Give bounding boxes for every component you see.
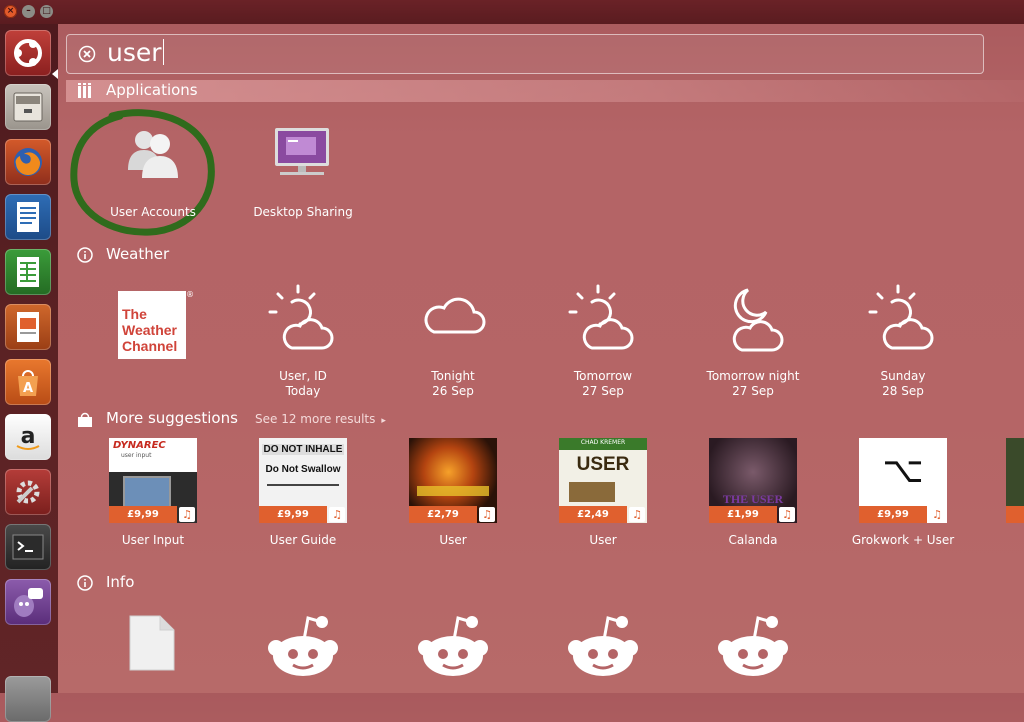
music-note-icon: ♫ bbox=[929, 507, 945, 522]
suggestion-label: User Guide bbox=[269, 533, 337, 547]
document-icon[interactable] bbox=[128, 614, 176, 672]
weather-date: 27 Sep bbox=[582, 384, 624, 398]
album-cover: ⌥ £9,99 ♫ bbox=[859, 438, 947, 523]
suggestions-label: More suggestions bbox=[106, 409, 238, 427]
app-label: Desktop Sharing bbox=[253, 205, 353, 219]
weather-label: Weather bbox=[106, 245, 170, 263]
reddit-icon[interactable] bbox=[416, 614, 490, 676]
calc-icon[interactable] bbox=[5, 249, 51, 295]
sun-cloud-icon bbox=[568, 284, 634, 350]
reddit-icon[interactable] bbox=[566, 614, 640, 676]
album-cover: THE USER £1,99 ♫ bbox=[709, 438, 797, 523]
weather-tile[interactable]: User, ID Today bbox=[228, 280, 378, 400]
suggestion-tile[interactable]: THE USER £1,99 ♫ Calanda bbox=[678, 438, 828, 554]
suggestions-header[interactable]: More suggestions See 12 more results ▸ bbox=[66, 408, 1024, 430]
weather-tile[interactable]: Tomorrow 27 Sep bbox=[528, 280, 678, 400]
weather-header[interactable]: Weather bbox=[66, 244, 1024, 266]
moon-cloud-icon bbox=[732, 288, 784, 352]
trash-icon[interactable] bbox=[5, 676, 51, 722]
weather-tile[interactable]: Tonight 26 Sep bbox=[378, 280, 528, 400]
info-icon bbox=[77, 247, 93, 263]
firefox-icon[interactable] bbox=[5, 139, 51, 185]
music-note-icon: ♫ bbox=[179, 507, 195, 522]
weather-channel-logo[interactable]: The Weather Channel ® bbox=[118, 290, 194, 359]
maximize-window-button[interactable]: □ bbox=[40, 5, 53, 18]
users-icon bbox=[128, 131, 178, 178]
suggestion-tile-partial[interactable] bbox=[1006, 438, 1024, 523]
ubuntu-dash-icon[interactable] bbox=[5, 30, 51, 76]
weather-period: Tomorrow bbox=[573, 369, 633, 383]
suggestion-label: User bbox=[439, 533, 467, 547]
see-more-results-link[interactable]: See 12 more results ▸ bbox=[255, 412, 386, 426]
reddit-icon[interactable] bbox=[716, 614, 790, 676]
files-icon[interactable] bbox=[5, 84, 51, 130]
suggestion-tile[interactable]: ⌥ £9,99 ♫ Grokwork + User bbox=[828, 438, 978, 554]
music-note-icon: ♫ bbox=[779, 507, 795, 522]
applications-icon bbox=[78, 83, 91, 98]
terminal-icon[interactable] bbox=[5, 524, 51, 570]
suggestion-tile[interactable]: £2,79 ♫ User bbox=[378, 438, 528, 554]
suggestion-tile[interactable]: DO NOT INHALE Do Not Swallow £9,99 ♫ Use… bbox=[228, 438, 378, 554]
weather-date: 27 Sep bbox=[732, 384, 774, 398]
suggestion-label: Grokwork + User bbox=[851, 533, 955, 547]
weather-tile[interactable]: Sunday 28 Sep bbox=[828, 280, 978, 400]
search-input[interactable]: user bbox=[107, 38, 164, 67]
software-center-icon[interactable]: A bbox=[5, 359, 51, 405]
svg-text:a: a bbox=[21, 424, 36, 449]
applications-label: Applications bbox=[106, 81, 198, 99]
info-icon bbox=[77, 575, 93, 591]
svg-text:A: A bbox=[23, 381, 33, 396]
writer-icon[interactable] bbox=[5, 194, 51, 240]
app-tile-user-accounts[interactable]: User Accounts bbox=[70, 109, 228, 236]
system-settings-icon[interactable] bbox=[5, 469, 51, 515]
cloud-icon bbox=[424, 297, 486, 334]
weather-date: Today bbox=[285, 384, 321, 398]
suggestion-label: User bbox=[589, 533, 617, 547]
album-cover: DO NOT INHALE Do Not Swallow £9,99 ♫ bbox=[259, 438, 347, 523]
suggestion-tile[interactable]: DYNAREC user input £9,99 ♫ User Input bbox=[78, 438, 228, 554]
weather-date: 26 Sep bbox=[432, 384, 474, 398]
desktop-sharing-icon bbox=[275, 128, 329, 175]
info-label: Info bbox=[106, 573, 135, 591]
music-note-icon: ♫ bbox=[329, 507, 345, 522]
album-cover: CHAD KREMER USER £2,49 ♫ bbox=[559, 438, 647, 523]
shopping-bag-icon bbox=[78, 412, 92, 427]
reddit-icon[interactable] bbox=[266, 614, 340, 676]
weather-period: Tomorrow night bbox=[706, 369, 800, 383]
close-window-button[interactable]: × bbox=[4, 5, 17, 18]
app-label: User Accounts bbox=[110, 205, 196, 219]
album-cover: £2,79 ♫ bbox=[409, 438, 497, 523]
album-cover: DYNAREC user input £9,99 ♫ bbox=[109, 438, 197, 523]
launcher: A a bbox=[0, 24, 58, 722]
pidgin-icon[interactable] bbox=[5, 579, 51, 625]
music-note-icon: ♫ bbox=[629, 507, 645, 522]
clear-search-icon[interactable] bbox=[78, 45, 96, 63]
sun-cloud-icon bbox=[268, 284, 334, 350]
suggestion-label: Calanda bbox=[728, 533, 778, 547]
top-panel: × – □ bbox=[0, 0, 1024, 24]
active-indicator bbox=[52, 69, 58, 79]
weather-period: Tonight bbox=[431, 369, 475, 383]
sun-cloud-icon bbox=[868, 284, 934, 350]
weather-place: User, ID bbox=[279, 369, 327, 383]
weather-period: Sunday bbox=[880, 369, 926, 383]
impress-icon[interactable] bbox=[5, 304, 51, 350]
info-header[interactable]: Info bbox=[66, 572, 1024, 594]
amazon-icon[interactable]: a bbox=[5, 414, 51, 460]
applications-header[interactable]: Applications bbox=[66, 80, 1024, 102]
search-field[interactable]: user bbox=[66, 34, 984, 74]
weather-date: 28 Sep bbox=[882, 384, 924, 398]
music-note-icon: ♫ bbox=[479, 507, 495, 522]
app-tile-desktop-sharing[interactable]: Desktop Sharing bbox=[228, 112, 378, 232]
suggestion-tile[interactable]: CHAD KREMER USER £2,49 ♫ User bbox=[528, 438, 678, 554]
suggestion-label: User Input bbox=[121, 533, 185, 547]
minimize-window-button[interactable]: – bbox=[22, 5, 35, 18]
weather-tile[interactable]: Tomorrow night 27 Sep bbox=[678, 280, 828, 400]
